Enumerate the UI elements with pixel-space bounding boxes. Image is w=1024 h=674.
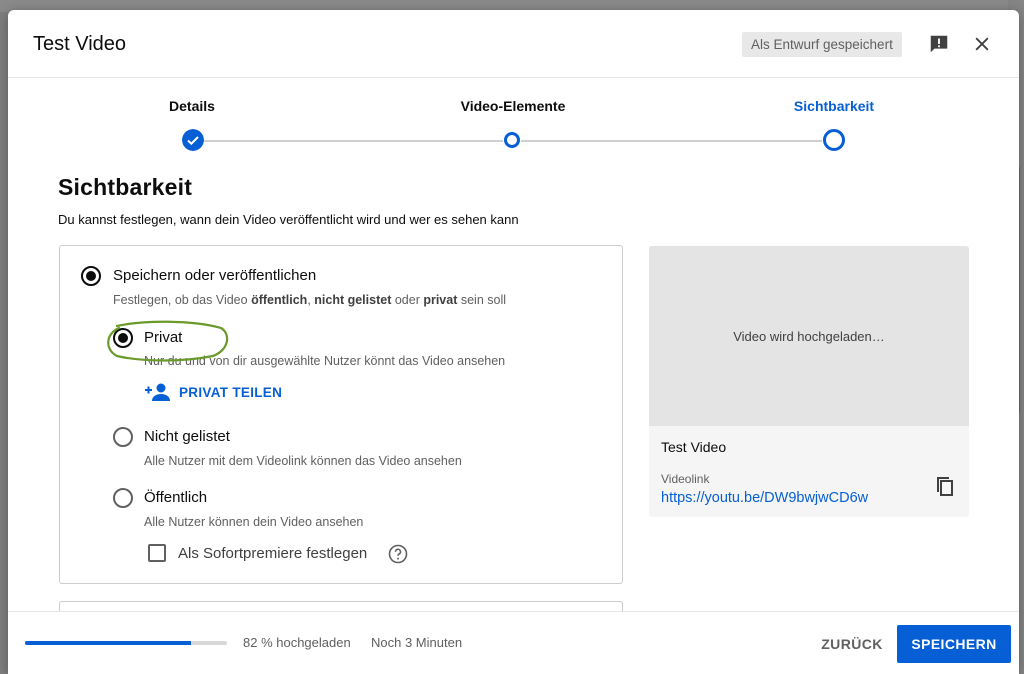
video-thumbnail: Video wird hochgeladen…: [649, 246, 969, 426]
step-details-check-icon[interactable]: [182, 129, 204, 151]
step-video-elements-label[interactable]: Video-Elemente: [461, 98, 566, 114]
stepper-line-2: [511, 140, 834, 142]
step-visibility-label[interactable]: Sichtbarkeit: [794, 98, 874, 114]
copy-icon[interactable]: [933, 475, 957, 499]
private-radio[interactable]: [113, 328, 133, 348]
upload-dialog: Test Video Als Entwurf gespeichert Detai…: [8, 10, 1019, 674]
dialog-footer: 82 % hochgeladen Noch 3 Minuten ZURÜCK S…: [8, 611, 1019, 674]
unlisted-description: Alle Nutzer mit dem Videolink können das…: [144, 454, 462, 468]
video-link-label: Videolink: [661, 472, 710, 486]
unlisted-radio[interactable]: [113, 427, 133, 447]
video-link[interactable]: https://youtu.be/DW9bwjwCD6w: [661, 490, 868, 506]
video-preview-card: Video wird hochgeladen… Test Video Video…: [649, 246, 969, 517]
upload-stepper: Details Video-Elemente Sichtbarkeit: [8, 92, 1019, 152]
time-remaining-text: Noch 3 Minuten: [371, 635, 463, 650]
private-description: Nur du und von dir ausgewählte Nutzer kö…: [144, 354, 506, 368]
back-button[interactable]: ZURÜCK: [808, 626, 896, 662]
unlisted-label: Nicht gelistet: [144, 428, 230, 445]
add-person-icon: [145, 383, 170, 401]
save-publish-label: Speichern oder veröffentlichen: [113, 267, 317, 284]
save-publish-description: Festlegen, ob das Video öffentlich, nich…: [113, 293, 507, 307]
public-description: Alle Nutzer können dein Video ansehen: [144, 515, 364, 529]
stepper-line-1: [193, 140, 511, 142]
close-icon[interactable]: [972, 34, 992, 54]
premiere-label: Als Sofortpremiere festlegen: [178, 545, 368, 562]
private-label: Privat: [144, 329, 183, 346]
save-button[interactable]: SPEICHERN: [897, 625, 1011, 663]
upload-progress-bar: [25, 641, 227, 645]
feedback-icon[interactable]: [928, 33, 950, 55]
upload-status-text: Video wird hochgeladen…: [733, 328, 885, 344]
share-private-button[interactable]: PRIVAT TEILEN: [145, 380, 282, 404]
public-label: Öffentlich: [144, 489, 208, 506]
premiere-checkbox[interactable]: [148, 544, 166, 562]
step-details-label[interactable]: Details: [169, 98, 215, 114]
share-private-label: PRIVAT TEILEN: [179, 384, 283, 400]
public-radio[interactable]: [113, 488, 133, 508]
upload-percent-text: 82 % hochgeladen: [243, 635, 351, 650]
save-publish-radio[interactable]: [81, 266, 101, 286]
step-visibility-dot-icon[interactable]: [822, 128, 846, 152]
help-icon[interactable]: [388, 544, 408, 564]
dialog-title: Test Video: [33, 33, 127, 55]
preview-video-title: Test Video: [661, 439, 727, 455]
visibility-title: Sichtbarkeit: [58, 174, 193, 200]
dialog-header: Test Video Als Entwurf gespeichert: [8, 10, 1019, 78]
step-video-elements-dot-icon[interactable]: [503, 131, 521, 149]
visibility-subtitle: Du kannst festlegen, wann dein Video ver…: [58, 212, 519, 227]
upload-progress-fill: [25, 641, 191, 645]
draft-saved-badge: Als Entwurf gespeichert: [742, 32, 902, 57]
